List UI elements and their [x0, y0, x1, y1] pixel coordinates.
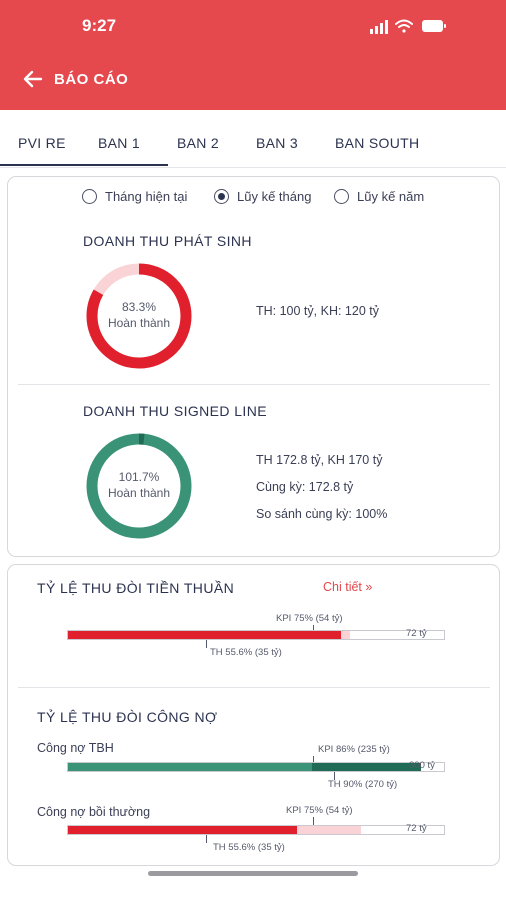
revenue-generated-title: DOANH THU PHÁT SINH — [83, 233, 252, 249]
radio-label: Lũy kế năm — [357, 189, 425, 204]
revenue-generated-percent: 83.3% — [121, 300, 157, 314]
kpi-tick — [313, 817, 314, 825]
tab-ban-south[interactable]: BAN SOUTH — [335, 135, 419, 151]
debt-row-kpi-label: KPI 75% (54 tỷ) — [286, 805, 353, 816]
radio-unchecked-icon — [82, 189, 97, 204]
revenue-generated-detail: TH: 100 tỷ, KH: 120 tỷ — [256, 304, 379, 318]
tab-ban-1[interactable]: BAN 1 — [98, 135, 140, 151]
actual-bar-segment — [312, 763, 422, 771]
arrow-left-icon[interactable] — [22, 68, 44, 90]
actual-bar-segment — [68, 631, 342, 639]
net-actual-label: TH 55.6% (35 tỷ) — [210, 647, 282, 658]
radio-checked-icon — [214, 189, 229, 204]
revenue-card: Tháng hiện tại Lũy kế tháng Lũy kế năm D… — [7, 176, 500, 557]
collection-card: TỶ LỆ THU ĐÒI TIỀN THUẦN Chi tiết » KPI … — [7, 564, 500, 866]
status-icons — [370, 19, 446, 34]
debt-row-kpi-label: KPI 86% (235 tỷ) — [318, 744, 390, 755]
radio-label: Tháng hiện tại — [105, 189, 188, 204]
tab-pvi-re[interactable]: PVI RE — [18, 135, 66, 151]
home-indicator[interactable] — [148, 871, 358, 876]
net-total-label: 72 tỷ — [406, 628, 427, 639]
revenue-signed-line-status: Hoàn thành — [107, 486, 171, 500]
revenue-signed-line-percent: 101.7% — [118, 470, 160, 484]
status-time: 9:27 — [82, 16, 117, 35]
debt-row-label: Công nợ bồi thường — [37, 805, 151, 819]
net-collection-title: TỶ LỆ THU ĐÒI TIỀN THUẦN — [37, 580, 235, 596]
actual-tick — [206, 835, 207, 843]
radio-unchecked-icon — [334, 189, 349, 204]
kpi-bar-segment — [68, 763, 313, 771]
double-chevron-right-icon: » — [365, 580, 373, 594]
debt-compensation-bar — [67, 825, 445, 835]
detail-link-label: Chi tiết — [323, 580, 362, 594]
debt-collection-title: TỶ LỆ THU ĐÒI CÔNG NỢ — [37, 709, 218, 725]
debt-row-label: Công nợ TBH — [37, 741, 114, 755]
radio-current-month[interactable]: Tháng hiện tại — [82, 189, 187, 204]
signed-line-detail-2: Cùng kỳ: 172.8 tỷ — [256, 480, 354, 494]
signed-line-detail-3: So sánh cùng kỳ: 100% — [256, 507, 388, 521]
actual-bar-segment — [68, 826, 298, 834]
signal-icon — [370, 20, 388, 34]
tab-ban-3[interactable]: BAN 3 — [256, 135, 298, 151]
debt-row-total-label: 72 tỷ — [406, 823, 427, 834]
tab-bar: PVI RE BAN 1 BAN 2 BAN 3 BAN SOUTH — [0, 110, 506, 168]
app-header: 9:27 BÁO CÁO — [0, 0, 506, 110]
wifi-icon — [395, 19, 413, 33]
section-divider — [18, 687, 490, 688]
radio-year-to-date[interactable]: Lũy kế năm — [334, 189, 424, 204]
actual-tick — [206, 640, 207, 648]
signed-line-detail-1: TH 172.8 tỷ, KH 170 tỷ — [256, 453, 383, 467]
revenue-signed-line-title: DOANH THU SIGNED LINE — [83, 403, 267, 419]
section-divider — [18, 384, 490, 385]
debt-tbh-bar — [67, 762, 445, 772]
net-collection-bar — [67, 630, 445, 640]
battery-icon — [422, 20, 446, 32]
radio-label: Lũy kế tháng — [237, 189, 312, 204]
detail-link[interactable]: Chi tiết » — [323, 580, 372, 594]
debt-row-actual-label: TH 55.6% (35 tỷ) — [213, 842, 285, 853]
period-filter: Tháng hiện tại Lũy kế tháng Lũy kế năm — [8, 189, 499, 209]
tab-ban-2[interactable]: BAN 2 — [177, 135, 219, 151]
page-title: BÁO CÁO — [54, 71, 129, 88]
radio-month-to-date[interactable]: Lũy kế tháng — [214, 189, 311, 204]
net-kpi-label: KPI 75% (54 tỷ) — [276, 613, 343, 624]
tabs-divider — [0, 167, 506, 168]
debt-row-actual-label: TH 90% (270 tỷ) — [328, 779, 398, 790]
debt-row-total-label: 300 tỷ — [409, 760, 435, 771]
revenue-generated-status: Hoàn thành — [107, 316, 171, 330]
active-tab-indicator — [0, 164, 168, 166]
